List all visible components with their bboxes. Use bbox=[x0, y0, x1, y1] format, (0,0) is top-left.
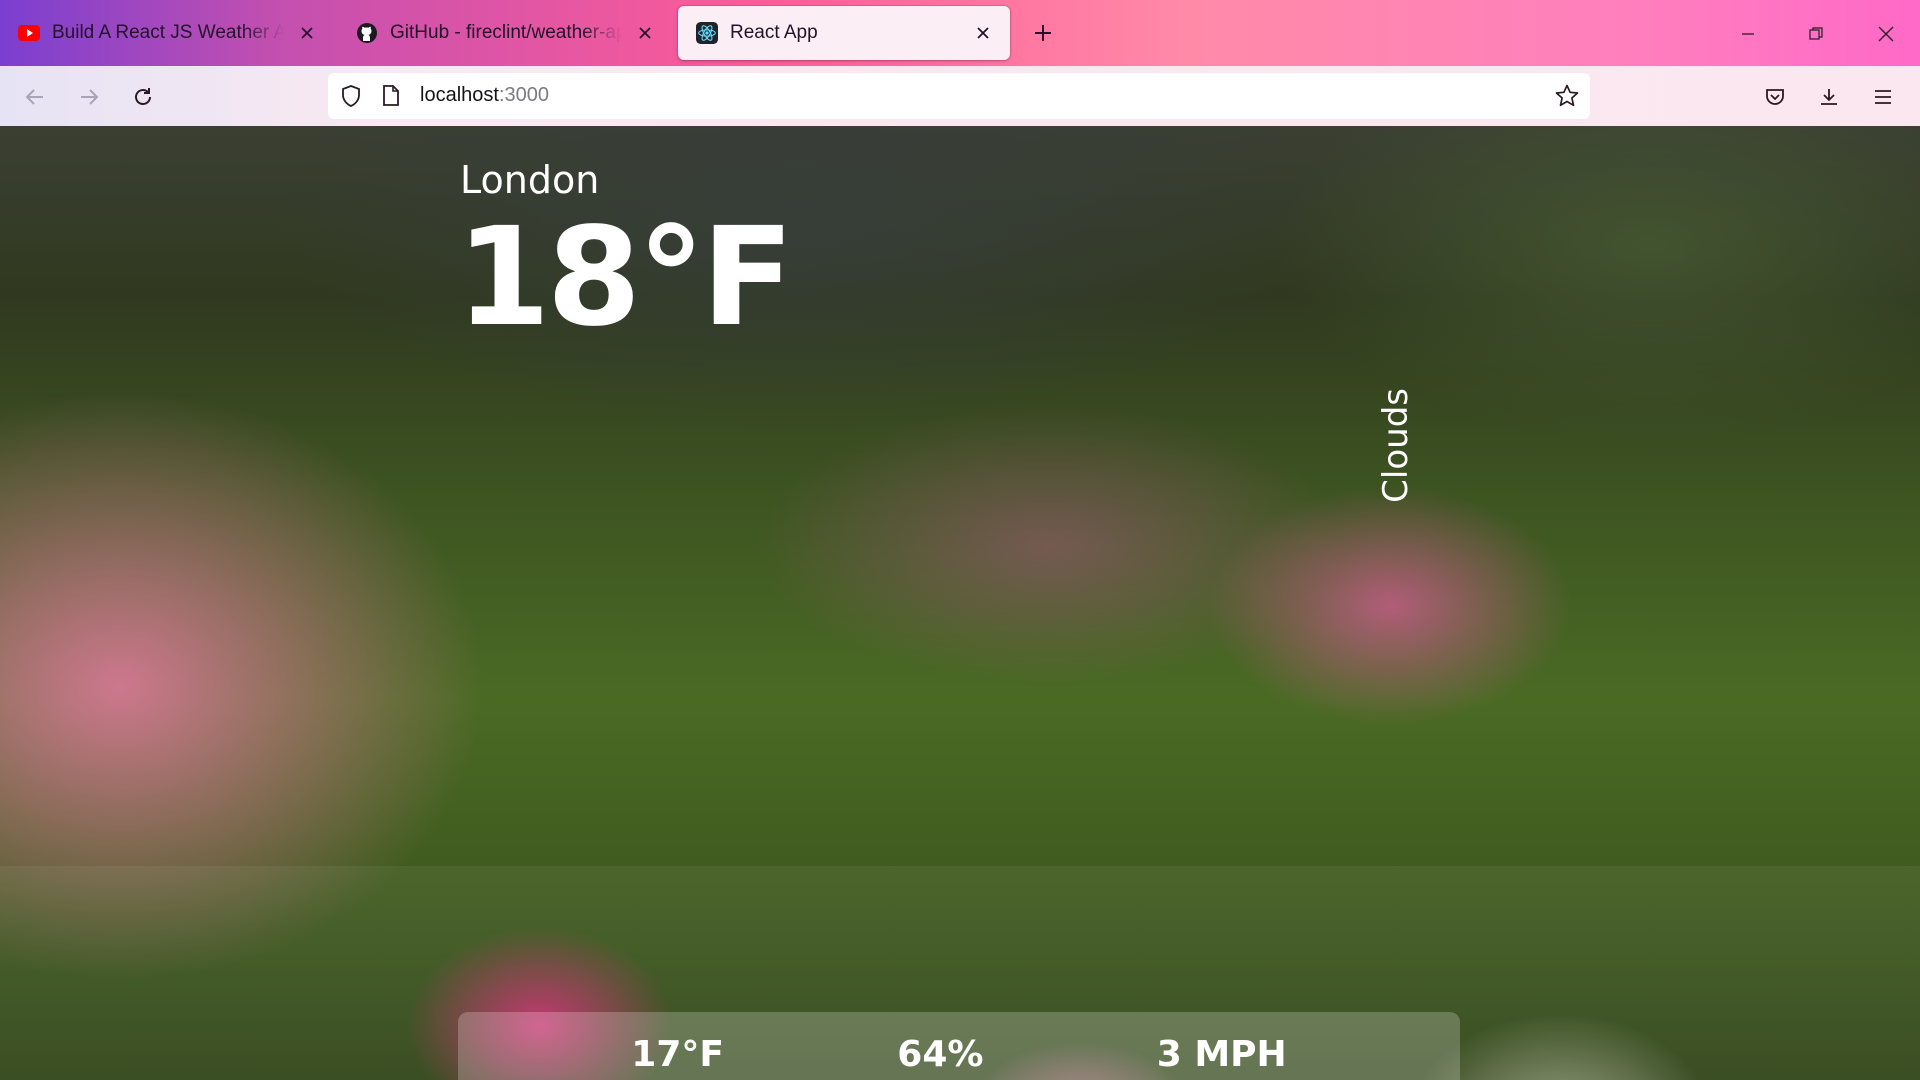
menu-icon[interactable] bbox=[1866, 80, 1900, 114]
tab-github[interactable]: GitHub - fireclint/weather-app- bbox=[338, 6, 672, 60]
back-button[interactable] bbox=[18, 80, 52, 114]
url-host: localhost bbox=[420, 84, 499, 106]
close-window-button[interactable] bbox=[1866, 14, 1906, 54]
downloads-icon[interactable] bbox=[1812, 80, 1846, 114]
address-bar[interactable]: localhost:3000 bbox=[328, 73, 1590, 119]
tab-title: React App bbox=[730, 22, 818, 43]
url-port: :3000 bbox=[498, 84, 549, 106]
weather-container: London 18°F bbox=[456, 126, 1460, 1080]
weather-description: Clouds bbox=[1376, 388, 1416, 503]
feels-like-value: 17°F bbox=[631, 1034, 724, 1075]
github-icon bbox=[356, 22, 378, 44]
temperature: 18°F bbox=[456, 199, 794, 357]
tab-bar: Build A React JS Weather App - GitHub - … bbox=[0, 0, 1920, 66]
minimize-button[interactable] bbox=[1728, 14, 1768, 54]
tab-title: GitHub - fireclint/weather-app- bbox=[390, 22, 622, 43]
navigation-bar: localhost:3000 bbox=[0, 66, 1920, 126]
restore-button[interactable] bbox=[1796, 14, 1836, 54]
new-tab-button[interactable] bbox=[1028, 18, 1058, 48]
page-viewport: London 18°F Clouds 17°F 64% 3 MPH bbox=[0, 126, 1920, 1080]
pocket-icon[interactable] bbox=[1758, 80, 1792, 114]
close-tab-icon[interactable] bbox=[294, 20, 320, 46]
close-tab-icon[interactable] bbox=[632, 20, 658, 46]
forward-button[interactable] bbox=[72, 80, 106, 114]
close-tab-icon[interactable] bbox=[970, 20, 996, 46]
location-name: London bbox=[460, 158, 600, 202]
url-text[interactable]: localhost:3000 bbox=[420, 84, 549, 107]
bookmark-star-icon[interactable] bbox=[1554, 83, 1580, 114]
tab-youtube[interactable]: Build A React JS Weather App - bbox=[0, 6, 334, 60]
youtube-icon bbox=[18, 22, 40, 44]
tab-react-app[interactable]: React App bbox=[678, 6, 1010, 60]
wind-speed-value: 3 MPH bbox=[1156, 1034, 1287, 1075]
react-icon bbox=[696, 22, 718, 44]
page-icon[interactable] bbox=[381, 84, 401, 113]
shield-icon[interactable] bbox=[340, 84, 362, 113]
weather-stats-bar: 17°F 64% 3 MPH bbox=[458, 1012, 1460, 1080]
reload-button[interactable] bbox=[126, 80, 160, 114]
humidity-value: 64% bbox=[897, 1034, 984, 1075]
tab-title: Build A React JS Weather App - bbox=[52, 22, 284, 43]
